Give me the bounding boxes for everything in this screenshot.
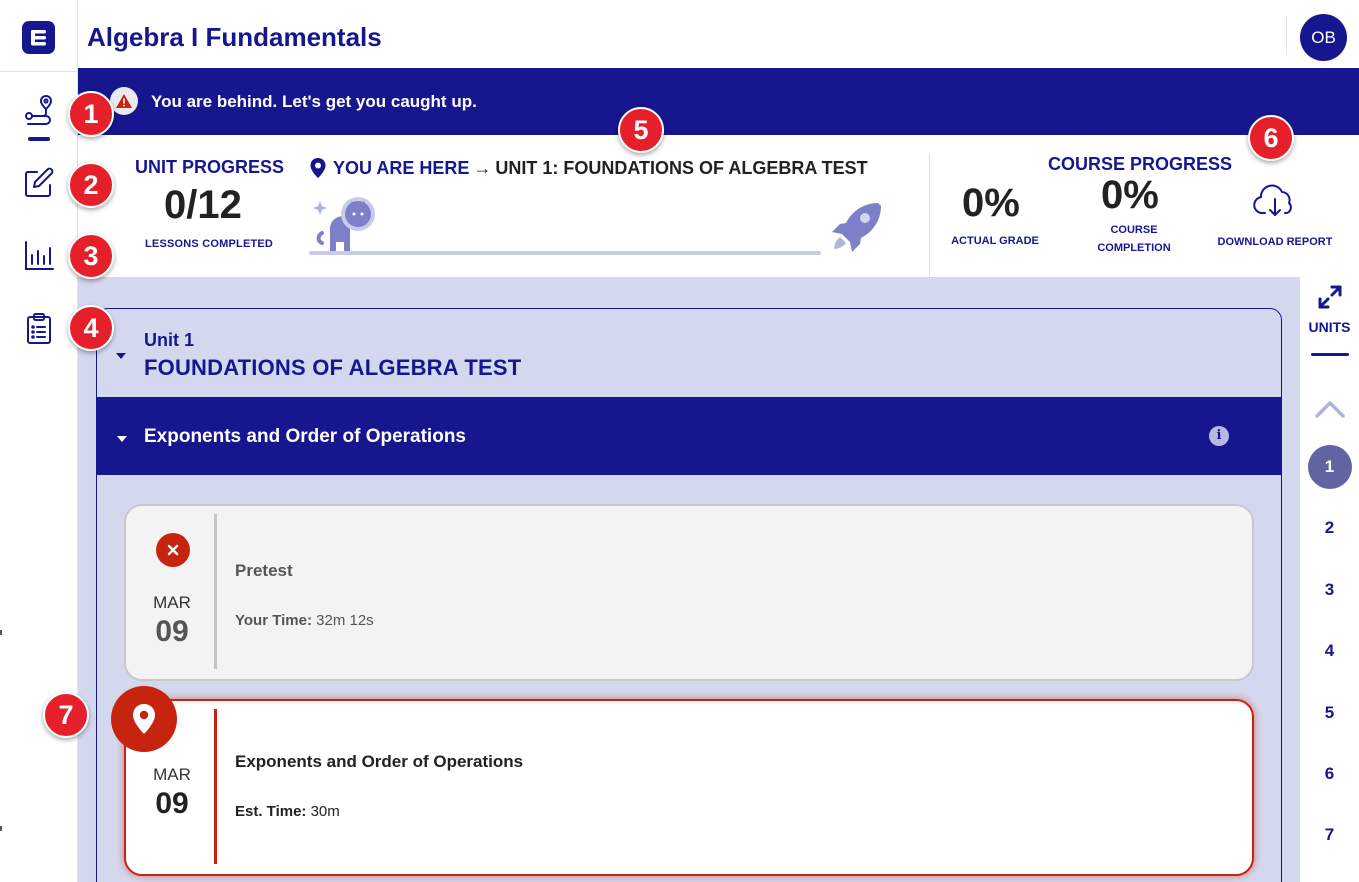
unit-title[interactable]: FOUNDATIONS OF ALGEBRA TEST xyxy=(144,355,521,381)
alert-banner: You are behind. Let's get you caught up. xyxy=(78,68,1359,135)
you-are-here: YOU ARE HERE → UNIT 1: FOUNDATIONS OF AL… xyxy=(309,157,868,179)
lesson-divider xyxy=(214,709,217,864)
section-title: Exponents and Order of Operations xyxy=(144,426,466,447)
unit-nav-6[interactable]: 6 xyxy=(1308,752,1352,796)
incomplete-x-icon xyxy=(156,533,190,567)
unit-number-list: 1 2 3 4 5 6 7 xyxy=(1300,445,1359,875)
left-nav-rail xyxy=(0,0,78,882)
lesson-time-value: 30m xyxy=(310,803,340,820)
lesson-time: Est. Time: 30m xyxy=(235,803,340,820)
course-completion-label-line1: COURSE xyxy=(1110,224,1158,236)
callout-5: 5 xyxy=(618,107,664,153)
top-header: Algebra I Fundamentals OB xyxy=(78,0,1359,68)
strip-divider xyxy=(929,153,930,276)
current-location-pin-icon xyxy=(111,686,177,752)
callout-2: 2 xyxy=(68,162,114,208)
lesson-month: MAR xyxy=(153,765,191,784)
units-label[interactable]: UNITS xyxy=(1300,319,1359,335)
expand-icon[interactable] xyxy=(1317,284,1343,310)
rocket-icon xyxy=(832,203,881,252)
edge-mark xyxy=(0,630,2,635)
info-icon[interactable]: i xyxy=(1209,426,1229,446)
rail-active-indicator xyxy=(28,137,50,141)
lesson-time-label: Est. Time: xyxy=(235,803,307,820)
unit-number: Unit 1 xyxy=(144,330,195,350)
callout-3: 3 xyxy=(68,233,114,279)
astronaut-cat-icon xyxy=(313,197,375,251)
lesson-time: Your Time: 32m 12s xyxy=(235,612,374,629)
lessons-completed-label: LESSONS COMPLETED xyxy=(145,238,274,250)
unit-nav-5[interactable]: 5 xyxy=(1308,691,1352,735)
download-report-label: DOWNLOAD REPORT xyxy=(1217,236,1333,248)
unit-progress-value: 0/12 xyxy=(164,183,242,227)
arrow-right-icon: → xyxy=(473,157,492,178)
course-progress-label: COURSE PROGRESS xyxy=(1048,154,1233,174)
lesson-month: MAR xyxy=(153,593,191,612)
unit-nav-3[interactable]: 3 xyxy=(1308,568,1352,612)
unit-nav-4[interactable]: 4 xyxy=(1308,629,1352,673)
course-completion-label: COURSE COMPLETION xyxy=(1086,221,1182,257)
lesson-date: MAR 09 xyxy=(126,765,218,821)
lesson-day: 09 xyxy=(155,615,189,648)
unit-progress-label: UNIT PROGRESS xyxy=(135,157,285,177)
download-report-button[interactable]: DOWNLOAD REPORT xyxy=(1217,183,1333,248)
route-map-icon[interactable] xyxy=(22,94,56,128)
edit-pencil-icon[interactable] xyxy=(22,166,56,200)
lesson-time-label: Your Time: xyxy=(235,612,312,629)
callout-7: 7 xyxy=(43,692,89,738)
warning-icon xyxy=(110,87,138,115)
rail-divider xyxy=(0,71,78,72)
callout-4: 4 xyxy=(68,305,114,351)
course-completion-value: 0% xyxy=(1101,173,1159,217)
units-underline xyxy=(1311,353,1349,356)
caret-down-icon[interactable] xyxy=(116,435,128,443)
chevron-up-icon[interactable] xyxy=(1314,399,1346,419)
edge-mark xyxy=(0,826,2,831)
unit-nav-1[interactable]: 1 xyxy=(1307,445,1352,489)
lesson-title: Pretest xyxy=(235,561,293,580)
main-content: Unit 1 FOUNDATIONS OF ALGEBRA TEST Expon… xyxy=(78,277,1300,882)
cloud-download-icon xyxy=(1253,184,1292,216)
user-avatar[interactable]: OB xyxy=(1300,14,1347,61)
alert-text: You are behind. Let's get you caught up. xyxy=(151,92,477,111)
callout-6: 6 xyxy=(1248,115,1294,161)
you-are-here-label: YOU ARE HERE xyxy=(333,157,470,178)
lesson-card-pretest[interactable]: MAR 09 Pretest Your Time: 32m 12s xyxy=(124,504,1254,681)
header-divider xyxy=(1286,16,1287,54)
course-completion-label-line2: COMPLETION xyxy=(1097,242,1171,254)
progress-strip: UNIT PROGRESS 0/12 LESSONS COMPLETED YOU… xyxy=(78,135,1359,277)
callout-1: 1 xyxy=(68,91,114,137)
bar-chart-icon[interactable] xyxy=(22,239,56,273)
section-header[interactable]: Exponents and Order of Operations i xyxy=(97,397,1281,475)
caret-down-icon[interactable] xyxy=(115,352,127,360)
actual-grade-label: ACTUAL GRADE xyxy=(951,235,1039,247)
lesson-title: Exponents and Order of Operations xyxy=(235,752,524,771)
location-pin-icon xyxy=(310,158,326,178)
lesson-divider xyxy=(214,514,217,669)
lesson-card-current[interactable]: MAR 09 Exponents and Order of Operations… xyxy=(124,699,1254,876)
units-rail: UNITS 1 2 3 4 5 6 7 xyxy=(1300,277,1359,882)
unit-card: Unit 1 FOUNDATIONS OF ALGEBRA TEST Expon… xyxy=(96,308,1282,882)
lesson-date: MAR 09 xyxy=(126,593,218,649)
actual-grade-value: 0% xyxy=(962,181,1020,225)
page-title: Algebra I Fundamentals xyxy=(87,22,382,52)
progress-track xyxy=(309,251,821,255)
lesson-time-value: 32m 12s xyxy=(316,612,374,629)
clipboard-checklist-icon[interactable] xyxy=(22,311,56,345)
app-logo-icon[interactable] xyxy=(22,21,55,54)
unit-nav-7[interactable]: 7 xyxy=(1308,813,1352,857)
unit-nav-2[interactable]: 2 xyxy=(1308,506,1352,550)
lesson-day: 09 xyxy=(155,787,189,820)
you-are-here-unit: UNIT 1: FOUNDATIONS OF ALGEBRA TEST xyxy=(495,157,868,178)
